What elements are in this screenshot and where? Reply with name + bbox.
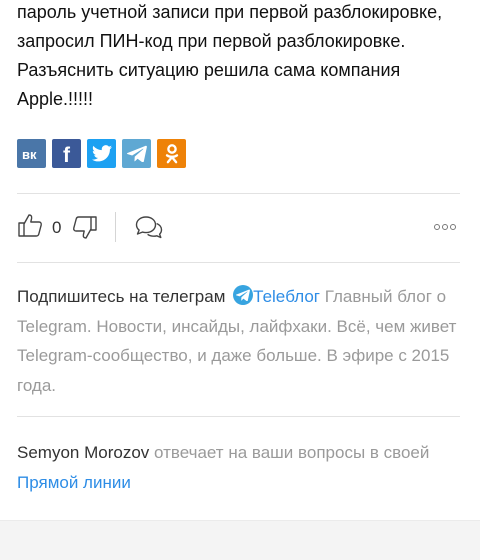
reactions-separator [115,212,116,242]
promo-prefix: Подпишитесь на телеграм [17,287,231,306]
dislike-button[interactable] [72,215,98,241]
thumbs-up-icon [18,214,42,237]
comments-icon [135,216,163,239]
reactions-bar: 0 [17,212,460,244]
footer-band [0,520,480,560]
qa-author: Semyon Morozov [17,443,150,462]
dot-icon [442,224,448,230]
twitter-icon [91,145,112,162]
share-facebook-button[interactable]: f [52,139,81,168]
article-line: Разъяснить ситуацию решила сама компания [17,60,401,80]
odnoklassniki-icon [165,143,178,163]
facebook-icon: f [63,144,71,164]
promo-channel-link[interactable]: Теleблог [253,287,320,306]
qa-text: отвечает на ваши вопросы в своей [149,443,430,462]
telegram-promo: Подпишитесь на телеграм Теleблог Главный… [17,282,462,400]
share-twitter-button[interactable] [87,139,116,168]
article-body: пароль учетной записи при первой разблок… [17,0,467,114]
article-line: запросил ПИН-код при первой разблокировк… [17,31,406,51]
svg-text:f: f [63,144,71,164]
svg-text:вк: вк [22,148,37,160]
like-count: 0 [52,218,62,237]
vk-icon: вк [22,148,37,160]
like-button[interactable] [17,212,43,238]
share-vk-button[interactable]: вк [17,139,46,168]
divider [17,416,460,417]
article-line: пароль учетной записи при первой разблок… [17,2,443,22]
thumbs-down-icon [73,216,97,239]
more-options-button[interactable] [434,224,456,230]
dot-icon [450,224,456,230]
article-line: Apple.!!!!! [17,89,94,109]
share-telegram-button[interactable] [122,139,151,168]
qa-section: Semyon Morozov отвечает на ваши вопросы … [17,438,437,497]
divider [17,262,460,263]
telegram-logo-icon [233,285,254,305]
telegram-icon [126,145,147,162]
divider [17,193,460,194]
dot-icon [434,224,440,230]
qa-direct-line-link[interactable]: Прямой линии [17,473,131,492]
comments-button[interactable] [134,214,164,240]
share-odnoklassniki-button[interactable] [157,139,186,168]
share-buttons: вк f [17,139,186,168]
